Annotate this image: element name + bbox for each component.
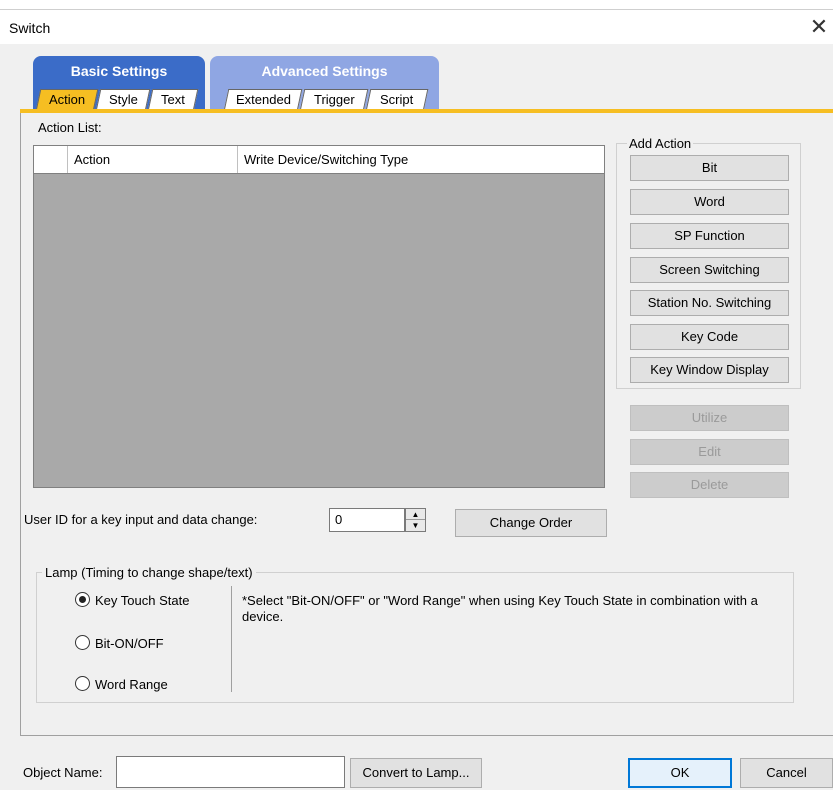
tab-style[interactable]: Style [95, 89, 151, 111]
action-list-table[interactable]: Action Write Device/Switching Type [33, 145, 605, 488]
add-station-no-switching-button[interactable]: Station No. Switching [630, 290, 789, 316]
cancel-button[interactable]: Cancel [740, 758, 833, 788]
user-id-label: User ID for a key input and data change: [24, 512, 258, 527]
edit-button[interactable]: Edit [630, 439, 789, 465]
add-key-code-button[interactable]: Key Code [630, 324, 789, 350]
add-word-button[interactable]: Word [630, 189, 789, 215]
radio-unchecked-icon[interactable] [75, 676, 90, 691]
radio-key-touch-state[interactable]: Key Touch State [75, 591, 189, 611]
user-id-input[interactable]: 0 [329, 508, 405, 532]
table-header: Action Write Device/Switching Type [34, 146, 604, 174]
radio-word-range[interactable]: Word Range [75, 675, 168, 695]
object-name-label: Object Name: [23, 765, 103, 780]
stepper-up-icon[interactable]: ▲ [406, 509, 425, 520]
add-sp-function-button[interactable]: SP Function [630, 223, 789, 249]
basic-settings-label: Basic Settings [70, 63, 168, 79]
ok-button[interactable]: OK [628, 758, 732, 788]
column-header-index[interactable] [34, 146, 68, 173]
delete-button[interactable]: Delete [630, 472, 789, 498]
radio-unchecked-icon[interactable] [75, 635, 90, 650]
close-icon[interactable]: ✕ [806, 14, 832, 40]
user-id-stepper[interactable]: ▲ ▼ [405, 508, 426, 532]
change-order-button[interactable]: Change Order [455, 509, 607, 537]
utilize-button[interactable]: Utilize [630, 405, 789, 431]
add-screen-switching-button[interactable]: Screen Switching [630, 257, 789, 283]
title-bar [0, 0, 833, 44]
column-header-write-device[interactable]: Write Device/Switching Type [238, 146, 604, 173]
radio-bit-on-off[interactable]: Bit-ON/OFF [75, 634, 164, 654]
tab-action[interactable]: Action [35, 89, 99, 111]
add-key-window-display-button[interactable]: Key Window Display [630, 357, 789, 383]
add-action-label: Add Action [627, 136, 694, 151]
add-bit-button[interactable]: Bit [630, 155, 789, 181]
tab-text[interactable]: Text [147, 89, 199, 111]
title-divider [0, 9, 833, 10]
stepper-down-icon[interactable]: ▼ [406, 520, 425, 531]
radio-checked-icon[interactable] [75, 592, 90, 607]
window-title: Switch [9, 20, 51, 36]
tab-extended[interactable]: Extended [223, 89, 303, 111]
object-name-input[interactable] [116, 756, 345, 788]
lamp-divider [231, 586, 232, 692]
tab-trigger[interactable]: Trigger [299, 89, 369, 111]
convert-to-lamp-button[interactable]: Convert to Lamp... [350, 758, 482, 788]
column-header-action[interactable]: Action [68, 146, 238, 173]
lamp-note: *Select "Bit-ON/OFF" or "Word Range" whe… [242, 593, 758, 624]
action-list-label: Action List: [38, 120, 102, 135]
lamp-legend: Lamp (Timing to change shape/text) [42, 565, 256, 580]
advanced-settings-label: Advanced Settings [261, 63, 388, 79]
tab-script[interactable]: Script [365, 89, 429, 111]
